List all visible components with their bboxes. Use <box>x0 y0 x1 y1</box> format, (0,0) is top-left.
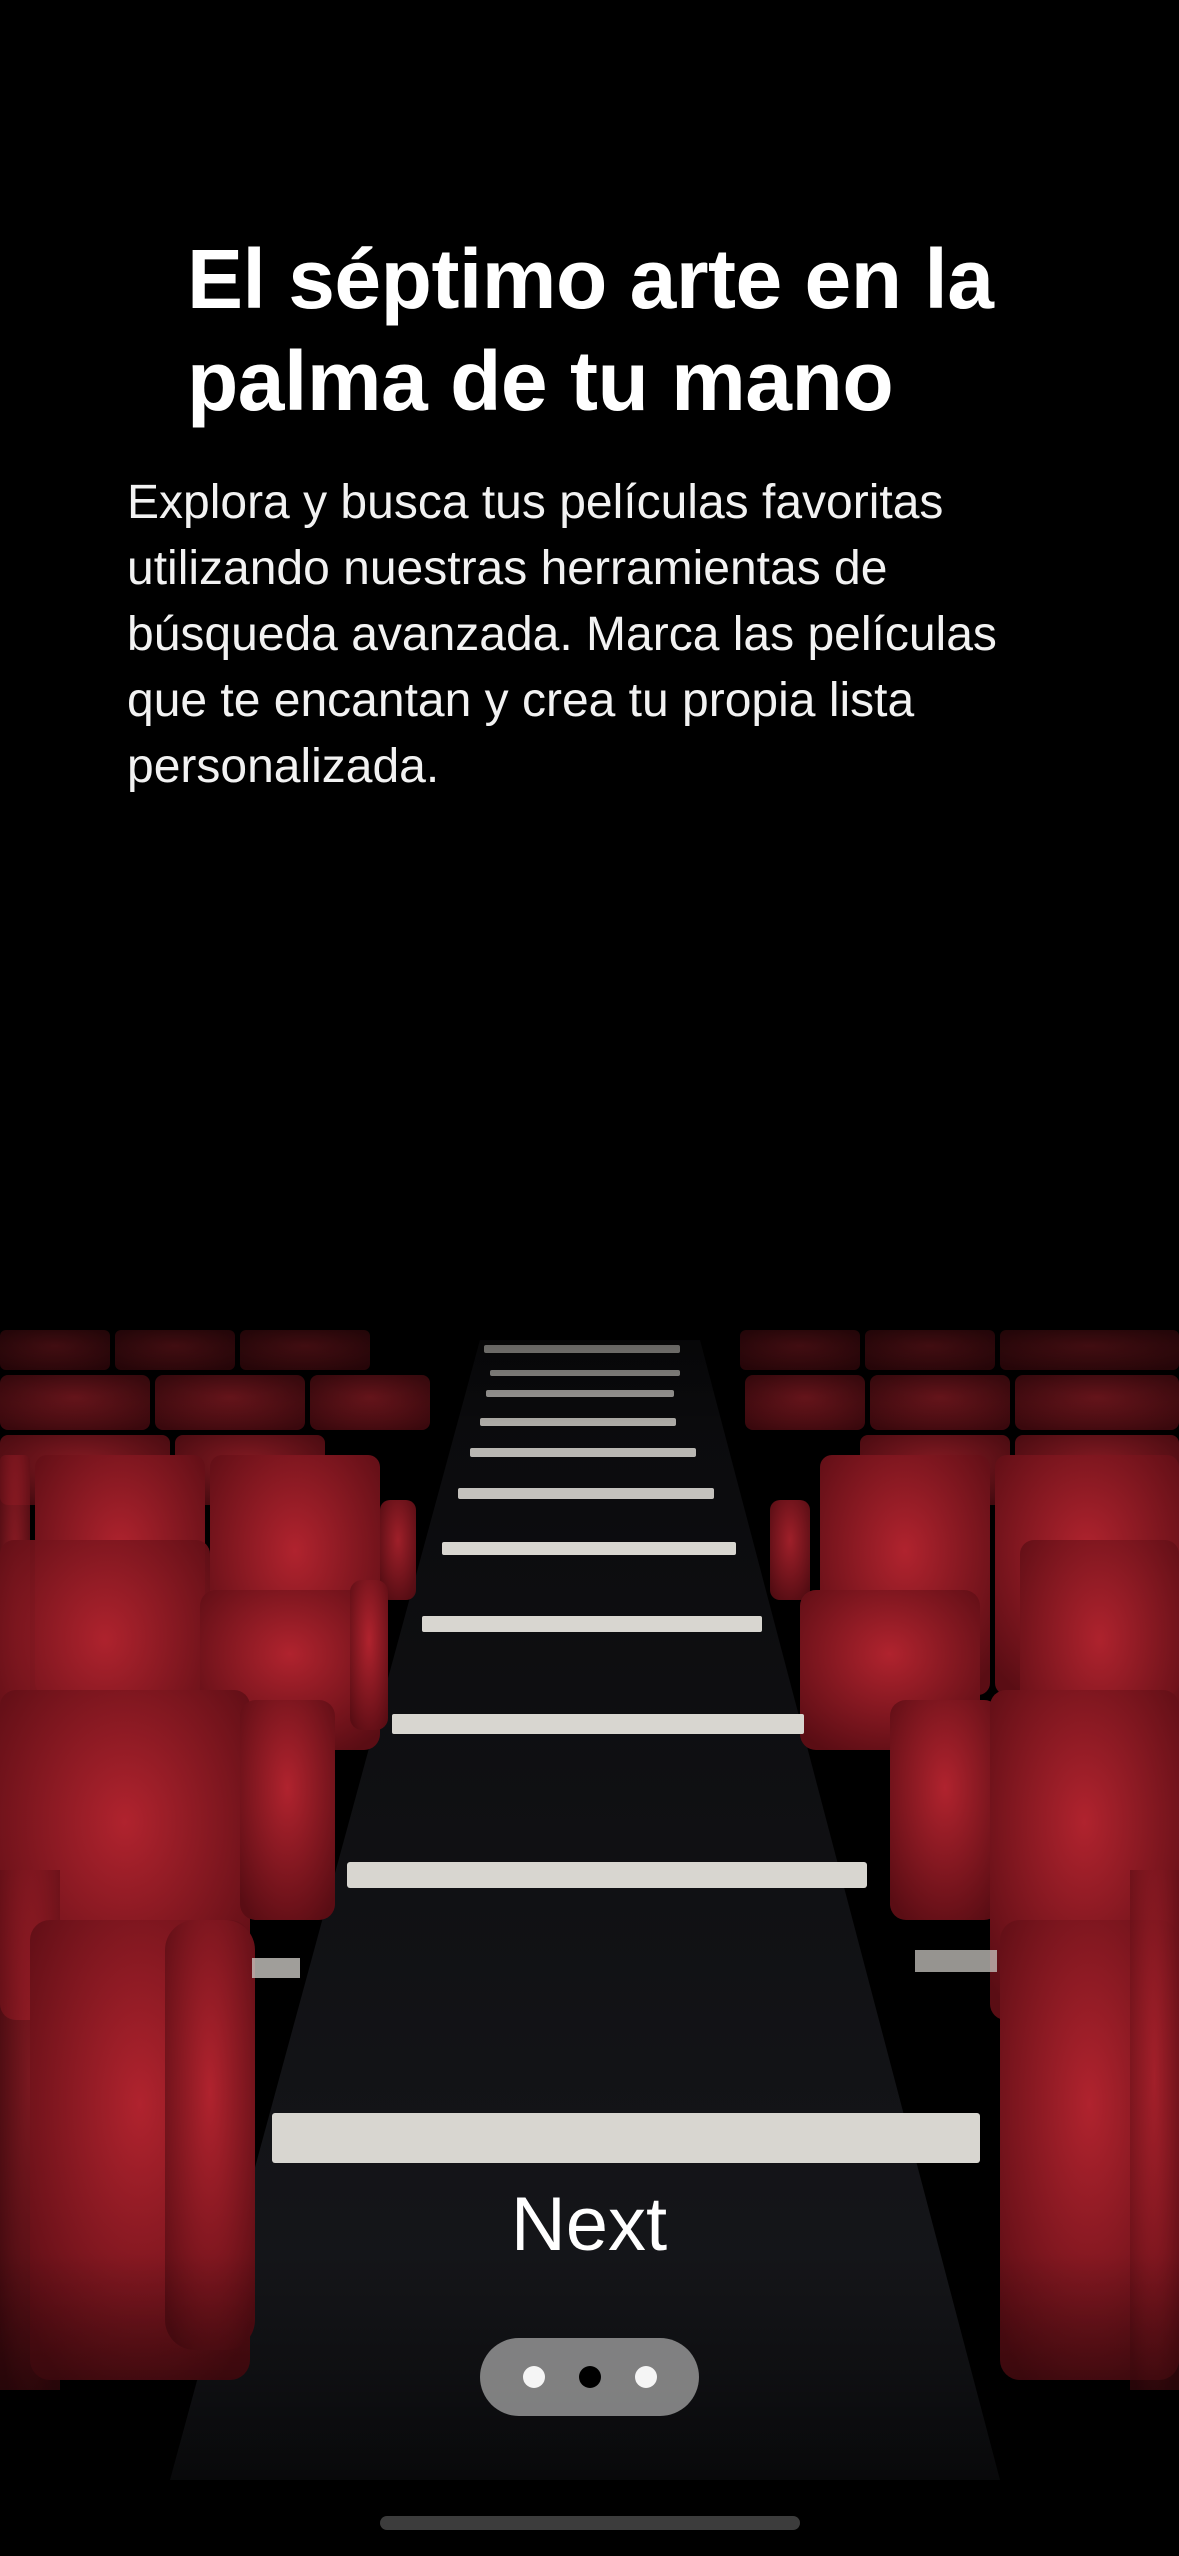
page-indicator[interactable] <box>480 2338 699 2416</box>
onboarding-screen: El séptimo arte en la palma de tu mano E… <box>0 0 1179 2556</box>
onboarding-title: El séptimo arte en la palma de tu mano <box>187 232 994 428</box>
page-dot-2-active[interactable] <box>578 2366 601 2388</box>
page-dot-3[interactable] <box>634 2366 657 2388</box>
next-button[interactable]: Next <box>439 2160 739 2290</box>
onboarding-description: Explora y busca tus películas favoritas … <box>127 476 997 793</box>
home-indicator[interactable] <box>380 2516 800 2530</box>
page-dot-1[interactable] <box>522 2366 545 2388</box>
